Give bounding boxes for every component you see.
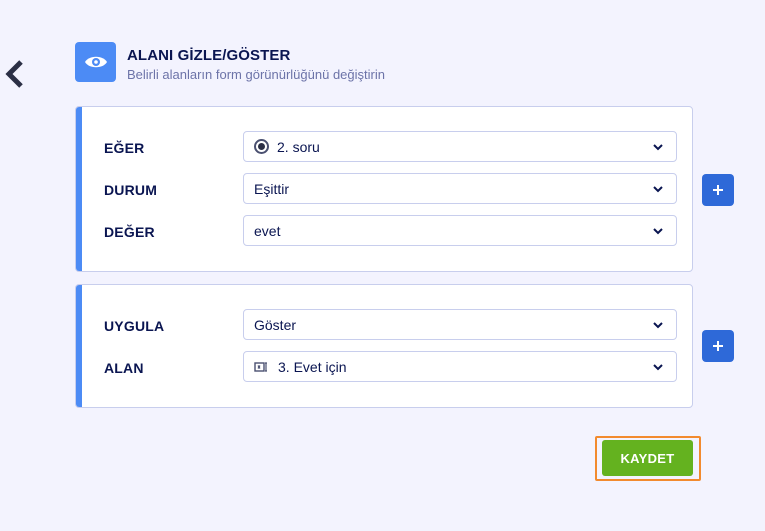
field-select[interactable]: 3. Evet için [243,351,677,382]
save-button[interactable]: KAYDET [602,440,693,476]
field-value: 3. Evet için [278,358,347,375]
field-icon [254,360,270,374]
header-icon-box [75,42,116,82]
state-label: DURUM [104,182,158,198]
plus-icon [713,341,723,351]
apply-value: Göster [254,316,297,333]
value-label: DEĞER [104,224,155,240]
page-title: ALANI GİZLE/GÖSTER [127,47,291,64]
condition-card: EĞER 2. soru DURUM Eşittir DEĞER evet [75,106,693,272]
chevron-down-icon [646,321,670,329]
if-field-value: 2. soru [277,138,320,155]
field-label: ALAN [104,360,144,376]
plus-icon [713,185,723,195]
if-field-select[interactable]: 2. soru [243,131,677,162]
state-select[interactable]: Eşittir [243,173,677,204]
apply-label: UYGULA [104,318,165,334]
chevron-down-icon [646,363,670,371]
add-action-button[interactable] [702,330,734,362]
chevron-left-icon [5,60,23,88]
chevron-down-icon [646,227,670,235]
action-card: UYGULA Göster ALAN 3. Evet için [75,284,693,408]
add-condition-button[interactable] [702,174,734,206]
apply-select[interactable]: Göster [243,309,677,340]
chevron-down-icon [646,185,670,193]
page: ALANI GİZLE/GÖSTER Belirli alanların for… [0,0,765,531]
value-select[interactable]: evet [243,215,677,246]
page-subtitle: Belirli alanların form görünürlüğünü değ… [127,67,385,82]
chevron-down-icon [646,143,670,151]
value-value: evet [254,222,281,239]
state-value: Eşittir [254,180,289,197]
eye-icon [84,56,107,68]
radio-button-icon [254,139,269,154]
back-button[interactable] [2,58,28,90]
if-label: EĞER [104,140,145,156]
